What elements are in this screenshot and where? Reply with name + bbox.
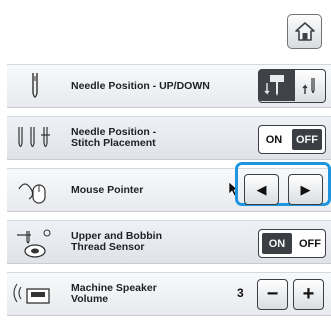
needle-up-segment [295,70,324,101]
home-button[interactable] [287,14,322,49]
row-thread-sensor: Upper and Bobbin Thread Sensor ON OFF [7,220,331,264]
row-needle-up-down: Needle Position - UP/DOWN [7,64,331,108]
row-mouse-pointer: Mouse Pointer ◀ ▶ [7,162,331,212]
row-speaker-volume: Machine Speaker Volume 3 − + [7,272,331,316]
minus-icon: − [266,283,279,305]
off-option[interactable]: OFF [295,230,325,257]
on-option[interactable]: ON [259,126,289,153]
row-label: Machine Speaker Volume [71,282,157,305]
triple-needle-icon [18,127,50,148]
off-option[interactable]: OFF [292,129,322,150]
row-stitch-placement: Needle Position - Stitch Placement ON OF… [7,116,331,160]
volume-value: 3 [237,286,244,300]
pointer-right-button[interactable]: ▶ [288,174,323,205]
row-label: Mouse Pointer [71,183,144,196]
needle-down-segment [259,70,295,101]
mouse-pointer-icon [18,183,46,204]
row-label: Upper and Bobbin Thread Sensor [71,230,162,253]
settings-screen: Needle Position - UP/DOWN Needle Positio… [0,0,331,324]
needle-up-icon [302,77,315,94]
thread-sensor-icon [17,229,51,258]
on-option[interactable]: ON [262,233,292,254]
needle-icon [32,73,38,98]
left-arrow-icon: ◀ [256,181,267,197]
stitch-placement-toggle[interactable]: ON OFF [258,125,326,154]
pointer-left-button[interactable]: ◀ [244,174,279,205]
settings-list: Needle Position - UP/DOWN Needle Positio… [7,64,331,324]
speaker-icon [13,283,50,304]
thread-sensor-toggle[interactable]: ON OFF [258,229,326,258]
volume-minus-button[interactable]: − [257,279,288,310]
needle-down-icon [264,74,284,95]
row-label: Needle Position - Stitch Placement [71,126,157,149]
right-arrow-icon: ▶ [300,181,311,197]
needle-up-down-toggle[interactable] [258,69,326,103]
home-icon [294,22,315,41]
volume-plus-button[interactable]: + [293,279,324,310]
plus-icon: + [302,283,315,305]
row-label: Needle Position - UP/DOWN [71,79,210,92]
header-bar [0,0,331,52]
